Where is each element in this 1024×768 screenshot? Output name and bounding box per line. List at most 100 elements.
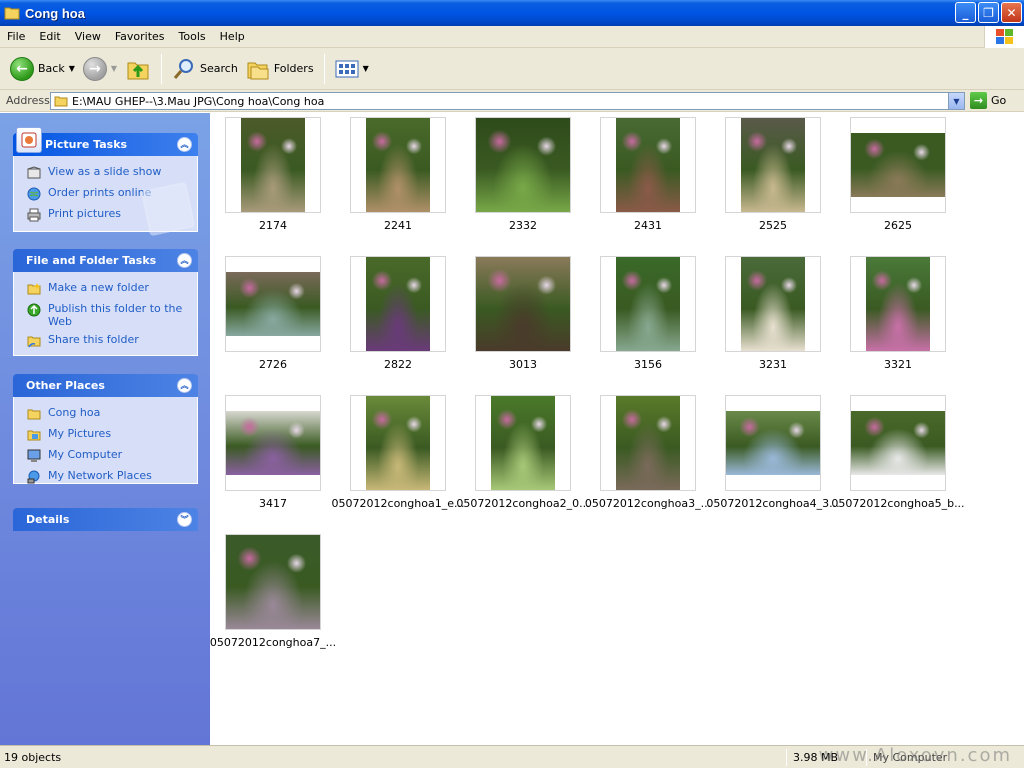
task-new-folder[interactable]: Make a new folder bbox=[26, 281, 187, 297]
file-thumbnail[interactable]: 05072012conghoa2_0... bbox=[456, 395, 590, 510]
garden-photo-image bbox=[616, 118, 680, 212]
forward-button[interactable]: → ▼ bbox=[79, 52, 121, 86]
collapse-chevron-icon[interactable]: ︽ bbox=[177, 253, 192, 268]
thumbnail-frame bbox=[350, 117, 446, 213]
collapse-chevron-icon[interactable]: ︽ bbox=[177, 378, 192, 393]
place-label: Cong hoa bbox=[48, 406, 101, 419]
toolbar-separator bbox=[323, 53, 325, 84]
thumbnail-frame bbox=[600, 395, 696, 491]
publish-web-icon bbox=[26, 302, 42, 318]
back-dropdown-icon[interactable]: ▼ bbox=[69, 64, 75, 73]
views-button[interactable]: ▼ bbox=[331, 52, 373, 86]
thumbnail-frame bbox=[225, 534, 321, 630]
folders-label: Folders bbox=[273, 62, 314, 75]
title-bar[interactable]: Cong hoa _ ❐ ✕ bbox=[0, 0, 1024, 26]
place-cong-hoa[interactable]: Cong hoa bbox=[26, 406, 187, 422]
go-label: Go bbox=[991, 94, 1007, 107]
file-thumbnail[interactable]: 2625 bbox=[850, 117, 946, 232]
forward-arrow-icon: → bbox=[82, 56, 107, 81]
status-divider bbox=[786, 749, 787, 766]
file-thumbnail[interactable]: 2332 bbox=[475, 117, 571, 232]
minimize-button[interactable]: _ bbox=[955, 2, 976, 23]
menu-help[interactable]: Help bbox=[213, 30, 252, 43]
file-thumbnail[interactable]: 2822 bbox=[350, 256, 446, 371]
thumbnail-frame bbox=[725, 256, 821, 352]
file-folder-tasks-header[interactable]: File and Folder Tasks ︽ bbox=[13, 249, 198, 272]
file-thumbnail[interactable]: 3321 bbox=[850, 256, 946, 371]
folders-button[interactable]: Folders bbox=[242, 52, 318, 86]
close-button[interactable]: ✕ bbox=[1001, 2, 1022, 23]
file-name-label: 3321 bbox=[884, 358, 912, 371]
garden-photo-image bbox=[851, 411, 945, 475]
file-thumbnail[interactable]: 3231 bbox=[725, 256, 821, 371]
menu-file[interactable]: File bbox=[0, 30, 32, 43]
computer-icon bbox=[26, 448, 42, 464]
garden-photo-image bbox=[476, 257, 570, 351]
address-input[interactable]: E:\MAU GHEP--\3.Mau JPG\Cong hoa\Cong ho… bbox=[50, 92, 965, 110]
task-share-folder[interactable]: Share this folder bbox=[26, 333, 187, 349]
menu-bar: File Edit View Favorites Tools Help bbox=[0, 26, 1024, 48]
go-button[interactable]: → Go bbox=[970, 92, 1006, 109]
thumbnail-frame bbox=[725, 117, 821, 213]
back-arrow-icon: ← bbox=[10, 56, 34, 81]
file-thumbnail[interactable]: 05072012conghoa1_e... bbox=[332, 395, 464, 510]
forward-dropdown-icon[interactable]: ▼ bbox=[111, 64, 117, 73]
thumbnail-frame bbox=[600, 117, 696, 213]
file-thumbnail[interactable]: 05072012conghoa5_b... bbox=[831, 395, 965, 510]
restore-button[interactable]: ❐ bbox=[978, 2, 999, 23]
other-places-title: Other Places bbox=[26, 379, 105, 392]
views-icon bbox=[335, 60, 359, 77]
picture-tasks-icon bbox=[16, 127, 42, 153]
expand-chevron-icon[interactable]: ︾ bbox=[177, 512, 192, 527]
thumbnail-frame bbox=[850, 395, 946, 491]
file-thumbnail[interactable]: 05072012conghoa3_... bbox=[585, 395, 711, 510]
address-dropdown-icon[interactable]: ▼ bbox=[948, 93, 964, 109]
file-thumbnail[interactable]: 05072012conghoa4_3... bbox=[706, 395, 840, 510]
place-label: My Computer bbox=[48, 448, 123, 461]
garden-photo-image bbox=[366, 118, 430, 212]
picture-tasks-header[interactable]: Picture Tasks ︽ bbox=[13, 127, 198, 156]
collapse-chevron-icon[interactable]: ︽ bbox=[177, 137, 192, 152]
garden-photo-image bbox=[366, 396, 430, 490]
file-thumbnail[interactable]: 3013 bbox=[475, 256, 571, 371]
file-thumbnail[interactable]: 2525 bbox=[725, 117, 821, 232]
file-thumbnail[interactable]: 2726 bbox=[225, 256, 321, 371]
address-label: Address bbox=[6, 94, 50, 107]
place-my-network[interactable]: My Network Places bbox=[26, 469, 187, 485]
task-label: Share this folder bbox=[48, 333, 139, 346]
file-thumbnail[interactable]: 2431 bbox=[600, 117, 696, 232]
file-thumbnail[interactable]: 3417 bbox=[225, 395, 321, 510]
file-folder-tasks-body: Make a new folder Publish this folder to… bbox=[13, 272, 198, 356]
up-folder-icon bbox=[127, 62, 149, 79]
thumbnail-frame bbox=[850, 256, 946, 352]
garden-photo-image bbox=[741, 118, 805, 212]
other-places-header[interactable]: Other Places ︽ bbox=[13, 374, 198, 397]
task-label: View as a slide show bbox=[48, 165, 162, 178]
menu-favorites[interactable]: Favorites bbox=[108, 30, 172, 43]
garden-photo-image bbox=[726, 411, 820, 475]
place-my-computer[interactable]: My Computer bbox=[26, 448, 187, 464]
file-thumbnail[interactable]: 3156 bbox=[600, 256, 696, 371]
file-view[interactable]: 2174 2241 2332 2431 2525 2625 2726 2822 3013 3156… bbox=[210, 113, 1024, 745]
task-label: Publish this folder to the Web bbox=[48, 302, 183, 328]
garden-photo-image bbox=[741, 257, 805, 351]
file-thumbnail[interactable]: 2174 bbox=[225, 117, 321, 232]
up-folder-button[interactable] bbox=[121, 52, 155, 86]
file-thumbnail[interactable]: 2241 bbox=[350, 117, 446, 232]
garden-photo-image bbox=[241, 118, 305, 212]
search-label: Search bbox=[200, 62, 238, 75]
back-button[interactable]: ← Back ▼ bbox=[6, 52, 79, 86]
menu-edit[interactable]: Edit bbox=[32, 30, 67, 43]
menu-tools[interactable]: Tools bbox=[172, 30, 213, 43]
other-places-body: Cong hoa My Pictures My Computer My Netw… bbox=[13, 397, 198, 484]
garden-photo-image bbox=[366, 257, 430, 351]
place-my-pictures[interactable]: My Pictures bbox=[26, 427, 187, 443]
views-dropdown-icon[interactable]: ▼ bbox=[363, 64, 369, 73]
task-publish-web[interactable]: Publish this folder to the Web bbox=[26, 302, 187, 328]
details-header[interactable]: Details ︾ bbox=[13, 508, 198, 531]
task-slideshow[interactable]: View as a slide show bbox=[26, 165, 187, 181]
address-bar: Address E:\MAU GHEP--\3.Mau JPG\Cong hoa… bbox=[0, 90, 1024, 112]
file-thumbnail[interactable]: 05072012conghoa7_... bbox=[210, 534, 336, 649]
menu-view[interactable]: View bbox=[68, 30, 108, 43]
search-button[interactable]: Search bbox=[168, 52, 242, 86]
